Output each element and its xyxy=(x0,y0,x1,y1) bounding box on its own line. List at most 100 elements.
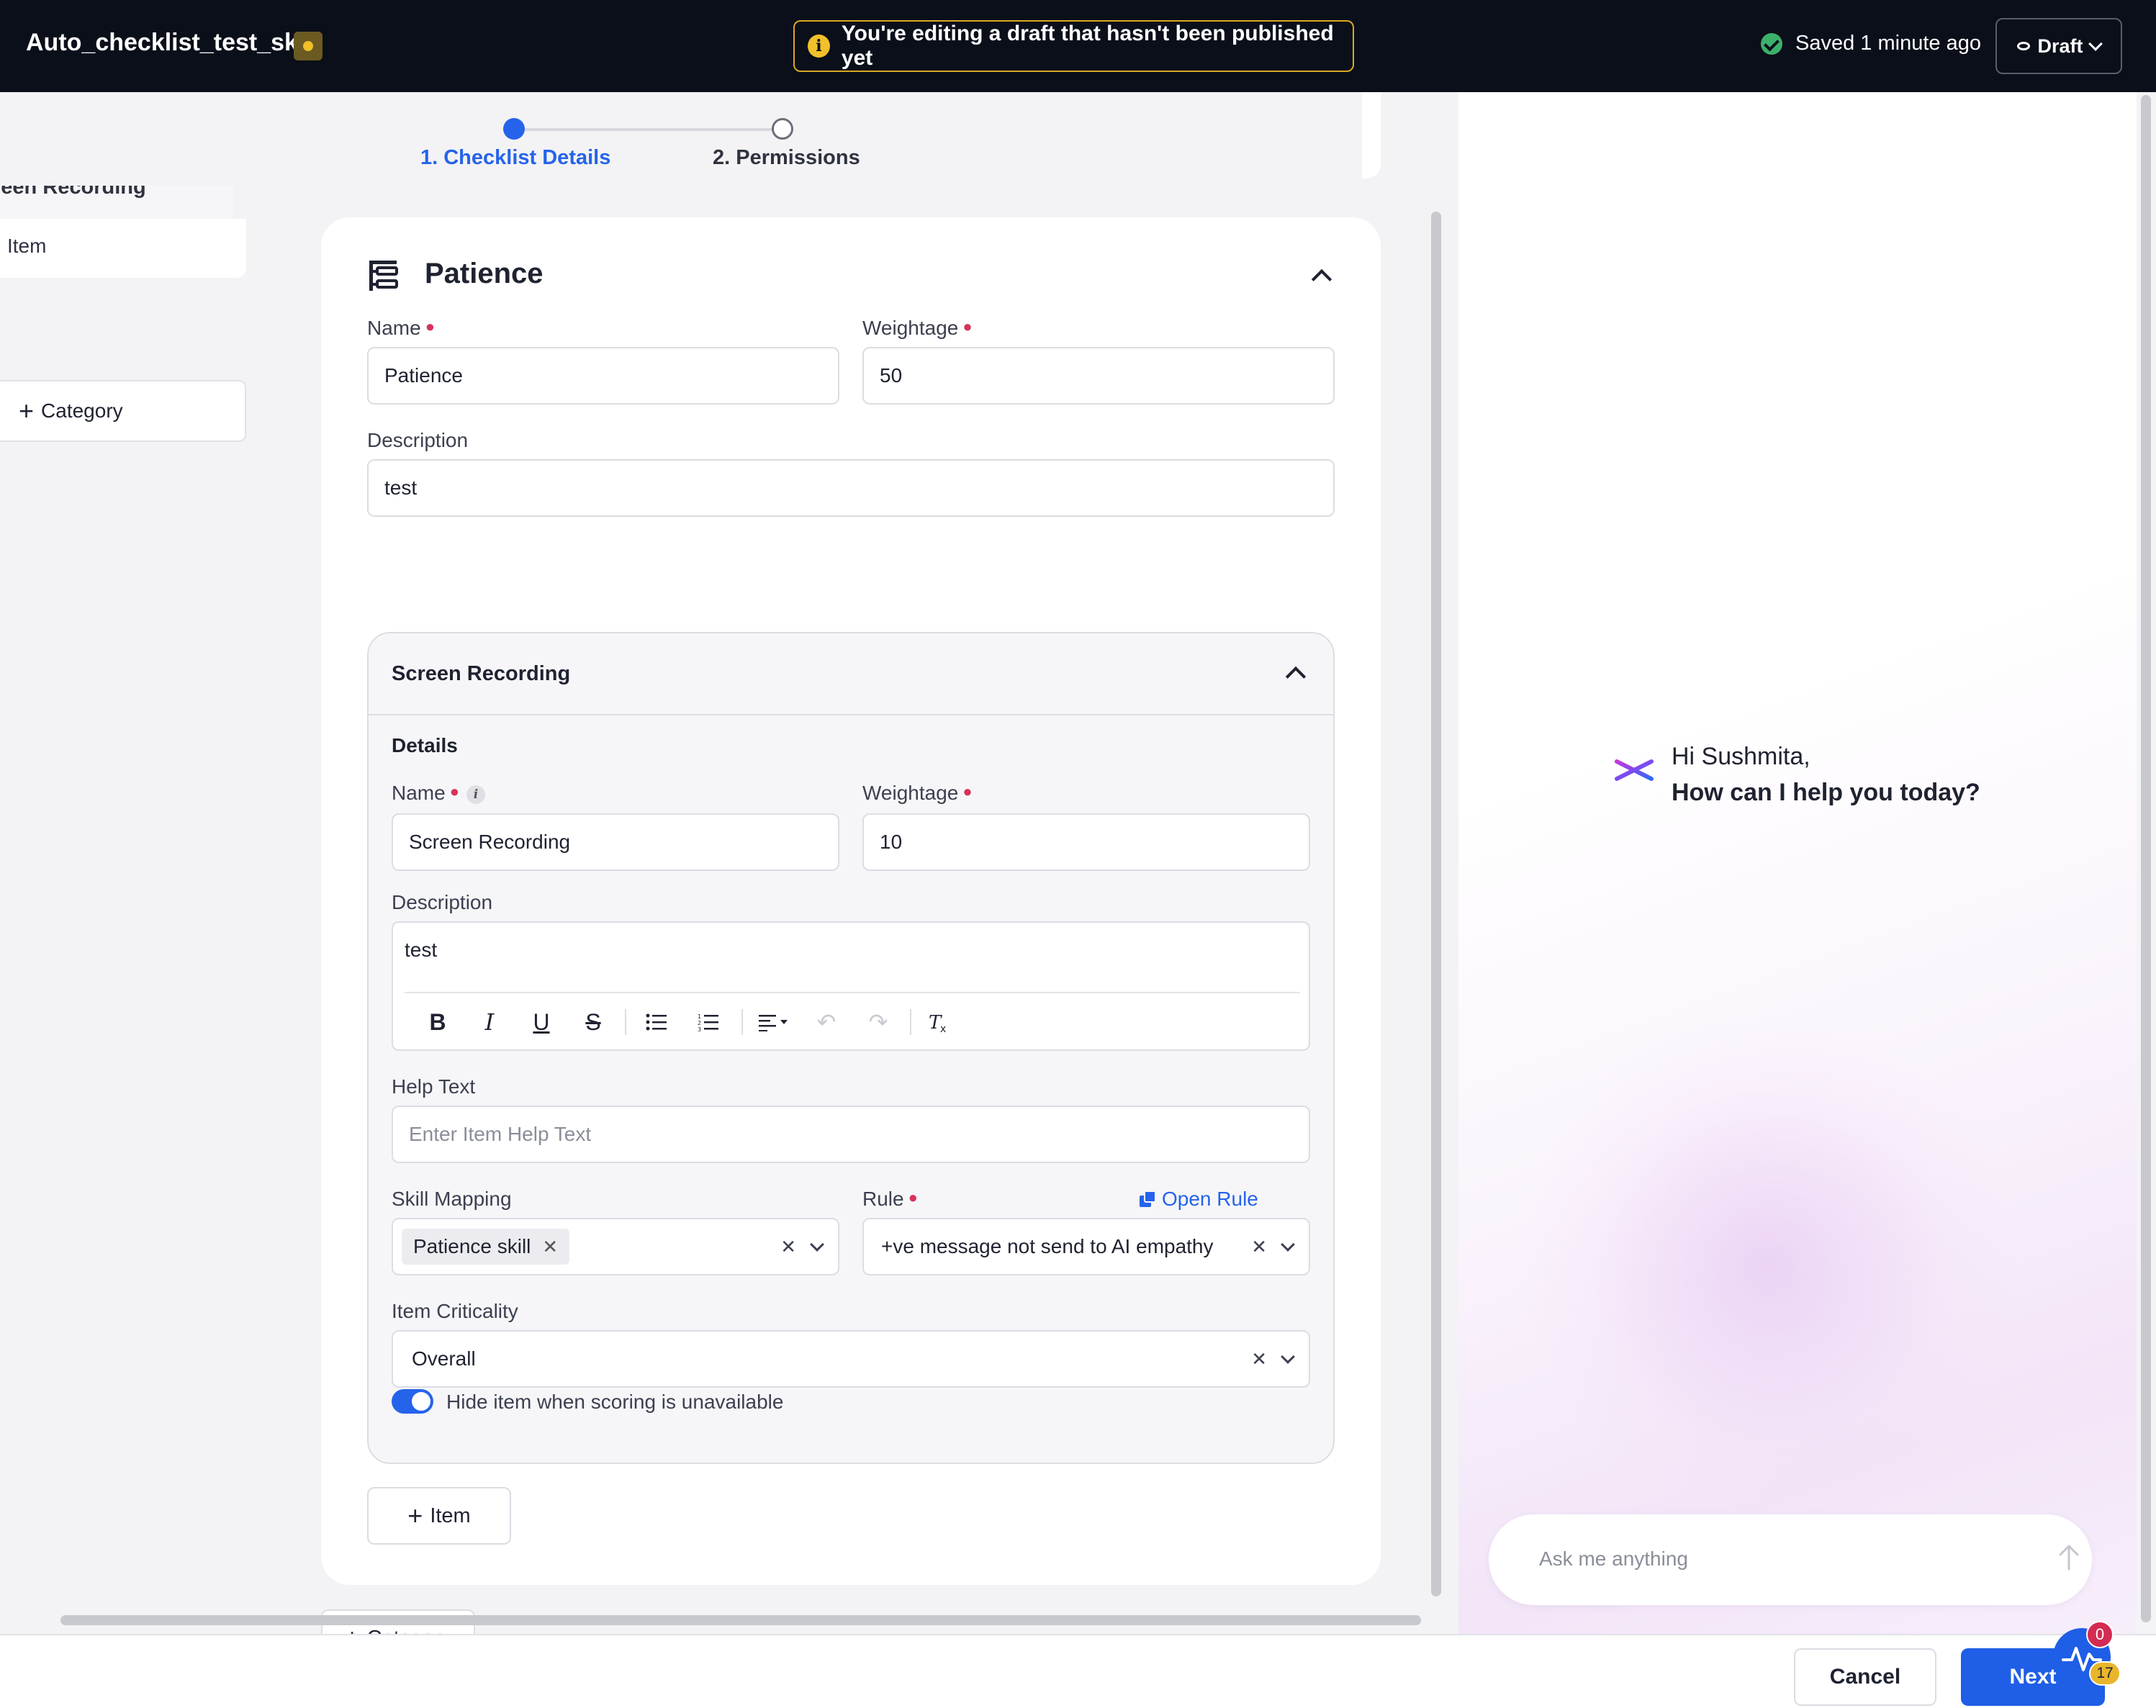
rule-label: Rule ● xyxy=(862,1188,918,1210)
step-1-indicator[interactable] xyxy=(503,118,525,140)
chevron-down-icon[interactable] xyxy=(1281,1237,1295,1252)
toolbar-divider xyxy=(625,1009,626,1035)
chevron-up-icon[interactable] xyxy=(1311,268,1332,290)
draft-dropdown-button[interactable]: Draft xyxy=(1995,18,2122,74)
skill-mapping-label: Skill Mapping xyxy=(392,1188,512,1210)
strikethrough-icon[interactable]: S xyxy=(577,1006,609,1038)
hide-item-toggle[interactable] xyxy=(392,1389,433,1414)
category-sidebar: reen Recording Item + Category xyxy=(0,186,246,442)
open-rule-link[interactable]: Open Rule xyxy=(1139,1188,1258,1211)
remove-chip-icon[interactable]: ✕ xyxy=(542,1236,558,1258)
unsaved-indicator-icon xyxy=(294,32,323,60)
send-arrow-icon[interactable] xyxy=(2057,1543,2080,1576)
category-description-label: Description xyxy=(367,429,469,451)
undo-icon[interactable]: ↶ xyxy=(811,1006,842,1038)
redo-icon[interactable]: ↷ xyxy=(862,1006,894,1038)
details-heading: Details xyxy=(392,734,458,756)
background-glow xyxy=(1516,1013,2020,1517)
ai-assistant-panel: Hi Sushmita, How can I help you today? A… xyxy=(1458,92,2137,1634)
ai-greeting-line2: How can I help you today? xyxy=(1672,779,1980,806)
editor-column: 1. Checklist Details 2. Permissions reen… xyxy=(0,92,1447,1634)
sidebar-item-screen-recording[interactable]: reen Recording xyxy=(0,186,233,219)
bold-icon[interactable]: B xyxy=(422,1006,454,1038)
ai-greeting: Hi Sushmita, How can I help you today? xyxy=(1672,738,1980,810)
item-card-header[interactable]: Screen Recording xyxy=(369,633,1333,715)
saved-status: Saved 1 minute ago xyxy=(1761,32,1981,55)
select-controls: ✕ xyxy=(780,1219,824,1274)
rule-select[interactable]: +ve message not send to AI empathy ✕ xyxy=(862,1218,1310,1275)
notification-badge: 0 xyxy=(2086,1621,2114,1648)
italic-icon[interactable]: I xyxy=(474,1006,505,1038)
step-1-label[interactable]: 1. Checklist Details xyxy=(420,146,610,170)
ai-sparkle-icon xyxy=(1615,749,1654,791)
bullet-list-icon[interactable] xyxy=(641,1006,672,1038)
plus-icon: + xyxy=(345,1625,360,1635)
cancel-button[interactable]: Cancel xyxy=(1794,1648,1936,1706)
count-badge: 17 xyxy=(2089,1661,2121,1686)
chevron-down-icon xyxy=(2088,37,2103,51)
saved-status-text: Saved 1 minute ago xyxy=(1795,32,1981,55)
item-description-label: Description xyxy=(392,891,493,913)
numbered-list-icon[interactable]: 123 xyxy=(693,1006,724,1038)
plus-icon: + xyxy=(19,396,35,425)
chevron-down-icon[interactable] xyxy=(1281,1350,1295,1364)
editor-divider xyxy=(405,992,1300,993)
category-weightage-input[interactable]: 50 xyxy=(862,347,1335,405)
category-tree-icon xyxy=(369,261,398,291)
category-description-input[interactable]: test xyxy=(367,459,1335,517)
select-controls: ✕ xyxy=(1251,1332,1295,1386)
skill-chip[interactable]: Patience skill ✕ xyxy=(402,1229,570,1265)
category-name-label: Name ● xyxy=(367,317,435,339)
clear-icon[interactable]: ✕ xyxy=(1251,1236,1267,1258)
description-editor-text[interactable]: test xyxy=(405,939,437,962)
chevron-down-icon[interactable] xyxy=(810,1237,824,1252)
help-text-input[interactable]: Enter Item Help Text xyxy=(392,1106,1310,1163)
category-weightage-label: Weightage ● xyxy=(862,317,973,339)
item-criticality-select[interactable]: Overall ✕ xyxy=(392,1330,1310,1388)
draft-banner-text: You're editing a draft that hasn't been … xyxy=(841,22,1334,70)
horizontal-scrollbar[interactable] xyxy=(60,1615,1421,1625)
clear-icon[interactable]: ✕ xyxy=(780,1236,796,1258)
category-name-input[interactable]: Patience xyxy=(367,347,839,405)
svg-text:1: 1 xyxy=(698,1013,701,1020)
external-link-icon xyxy=(1140,1190,1156,1207)
svg-text:3: 3 xyxy=(698,1026,701,1031)
add-item-button[interactable]: + Item xyxy=(367,1487,511,1545)
align-dropdown-icon[interactable] xyxy=(753,1006,796,1038)
ai-panel-scrollbar[interactable] xyxy=(2137,92,2156,1634)
toolbar-divider xyxy=(741,1009,743,1035)
item-weightage-label: Weightage ● xyxy=(862,782,973,804)
skill-mapping-select[interactable]: Patience skill ✕ ✕ xyxy=(392,1218,839,1275)
ai-chat-placeholder: Ask me anything xyxy=(1539,1547,1688,1570)
item-card: Screen Recording Details Name ● i Screen R… xyxy=(367,632,1335,1464)
item-criticality-label: Item Criticality xyxy=(392,1300,518,1322)
draft-banner: i You're editing a draft that hasn't bee… xyxy=(793,20,1354,72)
clear-icon[interactable]: ✕ xyxy=(1251,1348,1267,1370)
card-edge xyxy=(1362,92,1381,179)
footer-bar: Cancel Next xyxy=(0,1634,2156,1708)
item-title: Screen Recording xyxy=(392,662,571,685)
step-2-label[interactable]: 2. Permissions xyxy=(713,146,860,170)
select-controls: ✕ xyxy=(1251,1219,1295,1274)
item-weightage-input[interactable]: 10 xyxy=(862,813,1310,871)
info-icon[interactable]: i xyxy=(466,785,485,804)
stepper-track xyxy=(514,128,782,131)
chevron-up-icon[interactable] xyxy=(1285,666,1307,687)
clear-format-icon[interactable]: Tx xyxy=(923,1006,955,1038)
item-name-input[interactable]: Screen Recording xyxy=(392,813,839,871)
checklist-title: Auto_checklist_test_sk xyxy=(26,29,298,56)
sidebar-item[interactable]: Item xyxy=(0,219,246,278)
step-2-indicator[interactable] xyxy=(772,118,793,140)
top-bar: Auto_checklist_test_sk i You're editing … xyxy=(0,0,2156,92)
underline-icon[interactable]: U xyxy=(526,1006,557,1038)
description-editor[interactable]: test B I U S 123 ↶ ↷ T x xyxy=(392,921,1310,1051)
category-title: Patience xyxy=(425,258,543,289)
plus-icon: + xyxy=(407,1501,423,1530)
item-name-label: Name ● i xyxy=(392,782,485,805)
vertical-scrollbar[interactable] xyxy=(1431,212,1441,1596)
ai-chat-input[interactable]: Ask me anything xyxy=(1489,1514,2092,1605)
sidebar-add-category-button[interactable]: + Category xyxy=(0,380,246,442)
ai-greeting-line1: Hi Sushmita, xyxy=(1672,743,1810,770)
check-circle-icon xyxy=(1761,32,1782,55)
toolbar-divider xyxy=(910,1009,911,1035)
